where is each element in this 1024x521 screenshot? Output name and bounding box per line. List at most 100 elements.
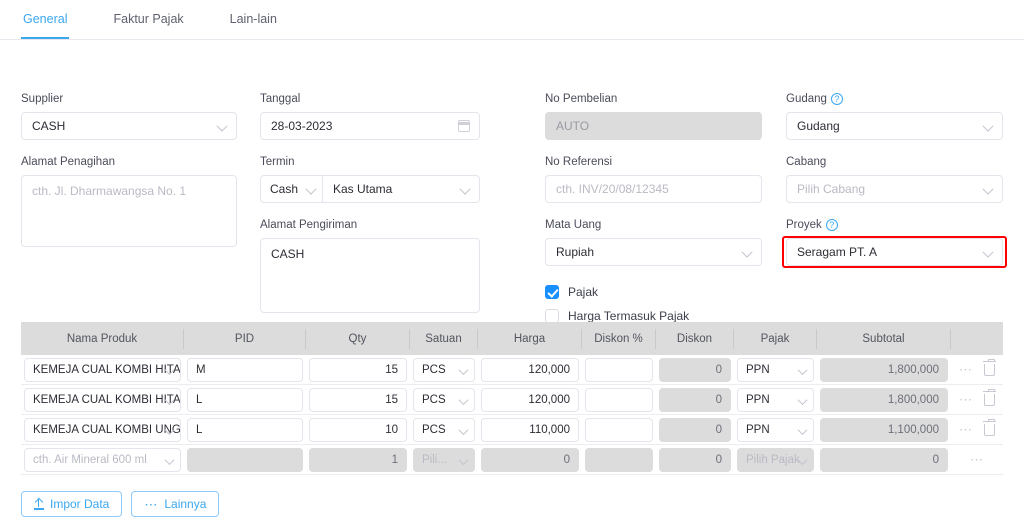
tab-lain-lain-label: Lain-lain <box>229 11 277 26</box>
cell-nama-produk[interactable]: KEMEJA CUAL KOMBI HITAM <box>24 387 181 412</box>
no-referensi-label: No Referensi <box>545 156 613 168</box>
cell-subtotal: 1,800,000 <box>820 357 948 382</box>
chevron-down-icon <box>743 247 752 256</box>
cell-nama-produk-value: KEMEJA CUAL KOMBI HITAM <box>33 393 181 406</box>
pajak-checkbox-row[interactable]: Pajak <box>545 285 598 299</box>
supplier-label: Supplier <box>21 93 64 105</box>
chevron-down-icon <box>984 247 993 256</box>
tab-general-label: General <box>23 11 68 26</box>
termin-type-select[interactable]: Cash <box>261 176 323 202</box>
cell-satuan-value: PCS <box>422 393 446 406</box>
cell-subtotal: 0 <box>820 447 948 472</box>
cell-nama-produk[interactable]: KEMEJA CUAL KOMBI HITAM <box>24 357 181 382</box>
chevron-down-icon <box>460 365 468 373</box>
cell-harga-value: 120,000 <box>528 393 570 406</box>
cell-qty[interactable]: 10 <box>309 417 407 442</box>
cell-pid[interactable]: L <box>187 417 303 442</box>
column-header-diskon: Diskon <box>656 328 734 349</box>
tab-general[interactable]: General <box>21 0 70 39</box>
cell-nama-produk[interactable]: cth. Air Mineral 600 ml <box>24 447 181 472</box>
chevron-down-icon <box>799 455 807 463</box>
cell-pajak[interactable]: PPN <box>737 387 814 412</box>
tab-faktur-pajak[interactable]: Faktur Pajak <box>111 0 185 39</box>
no-pembelian-label: No Pembelian <box>545 93 618 105</box>
cell-pid[interactable]: M <box>187 357 303 382</box>
termin-account-select[interactable]: Kas Utama <box>323 176 479 202</box>
cabang-select[interactable]: Pilih Cabang <box>786 175 1003 203</box>
cell-satuan-value: Pili... <box>422 453 447 466</box>
calendar-icon[interactable] <box>457 120 471 132</box>
harga-termasuk-pajak-checkbox[interactable] <box>545 309 559 323</box>
alamat-pengiriman-textarea[interactable]: CASH <box>260 238 480 313</box>
cabang-placeholder: Pilih Cabang <box>797 182 866 196</box>
cell-harga[interactable]: 120,000 <box>481 357 579 382</box>
cell-qty[interactable]: 15 <box>309 357 407 382</box>
pajak-checkbox[interactable] <box>545 285 559 299</box>
help-icon[interactable]: ? <box>830 93 843 105</box>
no-referensi-input[interactable]: cth. INV/20/08/12345 <box>545 175 762 203</box>
cell-diskon-persen[interactable] <box>585 387 653 412</box>
cell-satuan-value: PCS <box>422 363 446 376</box>
chevron-down-icon <box>799 365 807 373</box>
no-pembelian-value: AUTO <box>556 119 590 133</box>
harga-termasuk-pajak-checkbox-row[interactable]: Harga Termasuk Pajak <box>545 309 689 323</box>
mata-uang-select[interactable]: Rupiah <box>545 238 762 266</box>
cell-pajak[interactable]: PPN <box>737 357 814 382</box>
cell-satuan[interactable]: PCS <box>413 357 475 382</box>
cell-harga[interactable]: 120,000 <box>481 387 579 412</box>
cell-diskon-persen[interactable] <box>585 447 653 472</box>
cell-nama-produk-value: KEMEJA CUAL KOMBI HITAM <box>33 363 181 376</box>
cell-pajak-value: PPN <box>746 363 770 376</box>
field-cabang: Cabang Pilih Cabang <box>786 155 1003 203</box>
lainnya-button[interactable]: ⋯ Lainnya <box>131 491 220 517</box>
cell-qty-value: 15 <box>385 363 398 376</box>
row-more-icon[interactable]: ⋯ <box>959 393 973 406</box>
row-more-icon[interactable]: ⋯ <box>959 363 973 376</box>
cell-qty[interactable]: 15 <box>309 387 407 412</box>
cell-pajak[interactable]: Pilih Pajak <box>737 447 814 472</box>
cell-qty-value: 10 <box>385 423 398 436</box>
column-header-diskon-persen: Diskon % <box>582 328 656 349</box>
cell-pid[interactable]: L <box>187 387 303 412</box>
cell-harga[interactable]: 0 <box>481 447 579 472</box>
cell-diskon-value: 0 <box>715 453 722 466</box>
proyek-select[interactable]: Seragam PT. A <box>786 238 1003 266</box>
trash-icon[interactable] <box>982 358 997 376</box>
cell-satuan[interactable]: Pili... <box>413 447 475 472</box>
field-supplier: Supplier CASH <box>21 92 237 140</box>
cell-nama-produk-value: KEMEJA CUAL KOMBI UNGU <box>33 423 181 436</box>
cell-satuan-value: PCS <box>422 423 446 436</box>
cell-pid-value: M <box>196 363 206 376</box>
cell-harga-value: 110,000 <box>529 423 570 436</box>
cell-diskon: 0 <box>659 447 731 472</box>
harga-termasuk-pajak-label: Harga Termasuk Pajak <box>568 309 690 323</box>
cell-satuan[interactable]: PCS <box>413 387 475 412</box>
cell-nama-produk-placeholder: cth. Air Mineral 600 ml <box>33 453 147 466</box>
cell-satuan[interactable]: PCS <box>413 417 475 442</box>
cell-harga[interactable]: 110,000 <box>481 417 579 442</box>
cell-nama-produk[interactable]: KEMEJA CUAL KOMBI UNGU <box>24 417 181 442</box>
trash-icon[interactable] <box>982 388 997 406</box>
alamat-penagihan-textarea[interactable]: cth. Jl. Dharmawangsa No. 1 <box>21 175 237 247</box>
cell-diskon-persen[interactable] <box>585 417 653 442</box>
alamat-pengiriman-label: Alamat Pengiriman <box>260 219 358 231</box>
row-more-icon[interactable]: ⋯ <box>959 423 973 436</box>
cell-subtotal-value: 0 <box>932 453 939 466</box>
gudang-select[interactable]: Gudang <box>786 112 1003 140</box>
tab-lain-lain[interactable]: Lain-lain <box>228 0 279 39</box>
row-more-icon[interactable]: ⋯ <box>970 453 984 466</box>
tanggal-label: Tanggal <box>260 93 301 105</box>
trash-icon[interactable] <box>982 418 997 436</box>
chevron-down-icon <box>460 455 468 463</box>
cell-pajak[interactable]: PPN <box>737 417 814 442</box>
cell-diskon-persen[interactable] <box>585 357 653 382</box>
column-header-satuan: Satuan <box>410 328 478 349</box>
help-icon[interactable]: ? <box>825 219 838 231</box>
chevron-down-icon <box>218 121 227 130</box>
cell-qty[interactable]: 1 <box>309 447 407 472</box>
impor-data-button[interactable]: Impor Data <box>21 491 123 517</box>
supplier-select[interactable]: CASH <box>21 112 237 140</box>
column-header-qty: Qty <box>306 328 410 349</box>
field-alamat-pengiriman: Alamat Pengiriman CASH <box>260 218 480 313</box>
tanggal-date-input[interactable]: 28-03-2023 <box>260 112 480 140</box>
